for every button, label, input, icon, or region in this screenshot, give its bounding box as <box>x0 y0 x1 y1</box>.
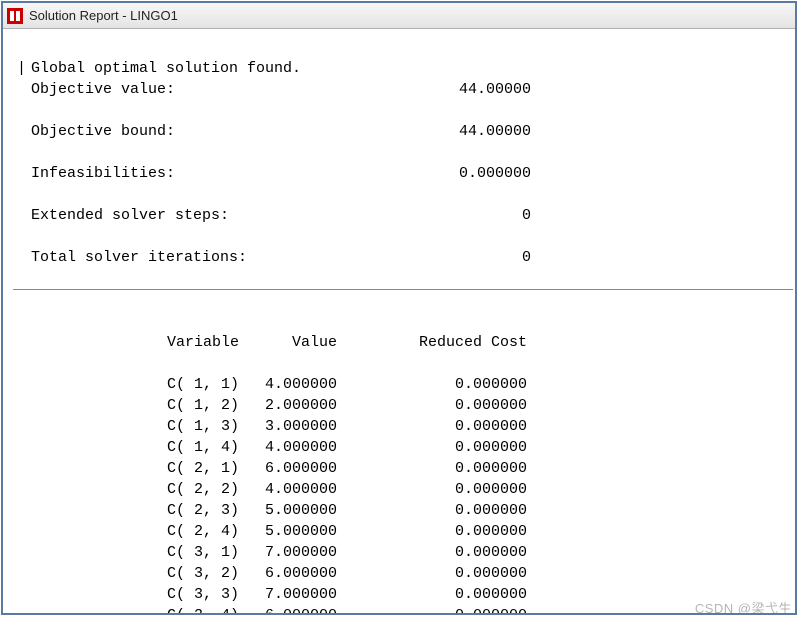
cell-reduced-cost: 0.000000 <box>337 500 537 521</box>
cell-variable: C( 1, 4) <box>17 437 177 458</box>
cell-variable: C( 2, 4) <box>17 521 177 542</box>
cell-value: 4.000000 <box>177 374 337 395</box>
summary-label: Objective value: <box>31 79 391 100</box>
cell-reduced-cost: 0.000000 <box>337 584 537 605</box>
cell-reduced-cost: 0.000000 <box>337 521 537 542</box>
cell-variable: C( 2, 1) <box>17 458 177 479</box>
cell-value: 7.000000 <box>177 542 337 563</box>
cell-value: 6.000000 <box>177 458 337 479</box>
cell-value: 3.000000 <box>177 416 337 437</box>
col-header-variable: Variable <box>17 332 177 353</box>
cell-variable: C( 1, 1) <box>17 374 177 395</box>
cell-variable: C( 1, 3) <box>17 416 177 437</box>
cell-value: 4.000000 <box>177 437 337 458</box>
cell-reduced-cost: 0.000000 <box>337 395 537 416</box>
status-line: Global optimal solution found. <box>31 60 301 77</box>
cell-variable: C( 3, 3) <box>17 584 177 605</box>
table-row: C( 1, 3)3.0000000.000000 <box>17 416 781 437</box>
summary-label: Infeasibilities: <box>31 163 391 184</box>
table-row: C( 3, 3)7.0000000.000000 <box>17 584 781 605</box>
cell-reduced-cost: 0.000000 <box>337 437 537 458</box>
titlebar[interactable]: Solution Report - LINGO1 <box>3 3 795 29</box>
divider <box>13 289 793 290</box>
cell-reduced-cost: 0.000000 <box>337 458 537 479</box>
cell-reduced-cost: 0.000000 <box>337 542 537 563</box>
cell-value: 7.000000 <box>177 584 337 605</box>
summary-value: 44.00000 <box>391 79 531 100</box>
summary-value: 44.00000 <box>391 121 531 142</box>
col-header-value: Value <box>177 332 337 353</box>
cell-reduced-cost: 0.000000 <box>337 605 537 613</box>
summary-row: Objective bound:44.00000 <box>17 121 781 142</box>
cell-value: 5.000000 <box>177 521 337 542</box>
table-row: C( 1, 2)2.0000000.000000 <box>17 395 781 416</box>
cell-variable: C( 1, 2) <box>17 395 177 416</box>
table-body: C( 1, 1)4.0000000.000000C( 1, 2)2.000000… <box>17 374 781 613</box>
table-row: C( 2, 4)5.0000000.000000 <box>17 521 781 542</box>
app-window: Solution Report - LINGO1 |Global optimal… <box>1 1 797 615</box>
cell-variable: C( 3, 1) <box>17 542 177 563</box>
cell-value: 5.000000 <box>177 500 337 521</box>
table-header: VariableValueReduced Cost <box>17 332 781 353</box>
summary-label: Objective bound: <box>31 121 391 142</box>
table-row: C( 1, 4)4.0000000.000000 <box>17 437 781 458</box>
report-content: |Global optimal solution found. Objectiv… <box>3 29 795 613</box>
table-row: C( 3, 1)7.0000000.000000 <box>17 542 781 563</box>
cell-value: 6.000000 <box>177 605 337 613</box>
cell-variable: C( 2, 2) <box>17 479 177 500</box>
summary-value: 0.000000 <box>391 163 531 184</box>
table-row: C( 2, 3)5.0000000.000000 <box>17 500 781 521</box>
cell-reduced-cost: 0.000000 <box>337 479 537 500</box>
summary-row: Extended solver steps:0 <box>17 205 781 226</box>
app-icon <box>7 8 23 24</box>
summary-value: 0 <box>391 205 531 226</box>
summary-label: Total solver iterations: <box>31 247 391 268</box>
cell-variable: C( 2, 3) <box>17 500 177 521</box>
table-row: C( 3, 2)6.0000000.000000 <box>17 563 781 584</box>
summary-label: Extended solver steps: <box>31 205 391 226</box>
cell-reduced-cost: 0.000000 <box>337 416 537 437</box>
col-header-reduced-cost: Reduced Cost <box>337 332 537 353</box>
table-row: C( 2, 1)6.0000000.000000 <box>17 458 781 479</box>
cell-reduced-cost: 0.000000 <box>337 563 537 584</box>
cell-reduced-cost: 0.000000 <box>337 374 537 395</box>
cell-variable: C( 3, 4) <box>17 605 177 613</box>
cell-variable: C( 3, 2) <box>17 563 177 584</box>
summary-row: Total solver iterations:0 <box>17 247 781 268</box>
cell-value: 2.000000 <box>177 395 337 416</box>
watermark: CSDN @梁弋生 <box>695 598 792 617</box>
summary-row: Infeasibilities:0.000000 <box>17 163 781 184</box>
cell-value: 4.000000 <box>177 479 337 500</box>
table-row: C( 1, 1)4.0000000.000000 <box>17 374 781 395</box>
window-title: Solution Report - LINGO1 <box>29 8 178 23</box>
table-row: C( 3, 4)6.0000000.000000 <box>17 605 781 613</box>
summary-row: Objective value:44.00000 <box>17 79 781 100</box>
cell-value: 6.000000 <box>177 563 337 584</box>
summary-value: 0 <box>391 247 531 268</box>
table-row: C( 2, 2)4.0000000.000000 <box>17 479 781 500</box>
